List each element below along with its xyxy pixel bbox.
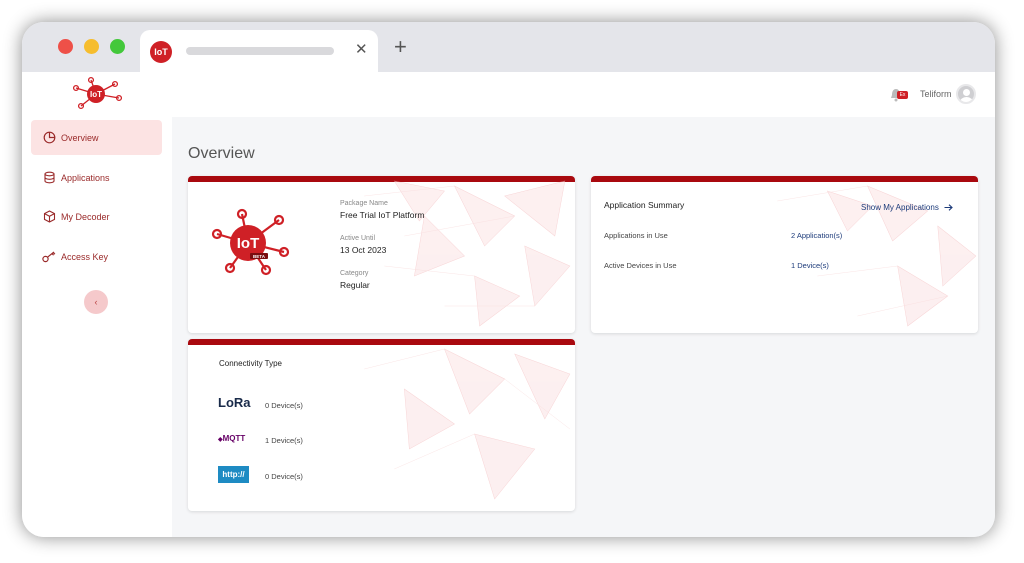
- cube-icon: [42, 210, 56, 224]
- package-name-label: Package Name: [340, 200, 388, 207]
- card-accent-bar: [188, 339, 575, 345]
- avatar-head-shape: [963, 89, 970, 96]
- connectivity-title: Connectivity Type: [219, 359, 282, 368]
- sidebar-item-applications[interactable]: Applications: [31, 160, 162, 195]
- network-background-graphic: [777, 185, 977, 327]
- maximize-window-button[interactable]: [110, 39, 125, 54]
- browser-chrome: IoT ✕ +: [22, 22, 995, 72]
- show-my-applications-link[interactable]: Show My Applications: [861, 203, 953, 212]
- user-name[interactable]: Teliform: [920, 89, 952, 99]
- lora-device-count: 0 Device(s): [265, 401, 303, 410]
- connectivity-card: Connectivity Type LoRa 0 Device(s) ◆MQTT…: [188, 339, 575, 511]
- close-window-button[interactable]: [58, 39, 73, 54]
- new-tab-button[interactable]: +: [394, 36, 407, 58]
- http-device-count: 0 Device(s): [265, 472, 303, 481]
- package-name-value: Free Trial IoT Platform: [340, 210, 425, 220]
- mqtt-logo: ◆MQTT: [218, 434, 245, 443]
- header-logo-text: IoT: [90, 90, 102, 99]
- applications-in-use-label: Applications in Use: [604, 231, 668, 240]
- notification-badge: Ex: [897, 91, 908, 99]
- pie-chart-icon: [42, 131, 56, 145]
- tab-favicon-icon: IoT: [150, 41, 172, 63]
- key-icon: [42, 250, 56, 264]
- package-logo-text: IoT: [237, 235, 260, 252]
- minimize-window-button[interactable]: [84, 39, 99, 54]
- sidebar-item-my-decoder[interactable]: My Decoder: [31, 199, 162, 234]
- active-until-label: Active Until: [340, 235, 376, 242]
- browser-tab[interactable]: IoT ✕: [140, 30, 378, 72]
- category-label: Category: [340, 270, 369, 277]
- sidebar-item-overview[interactable]: Overview: [31, 120, 162, 155]
- http-logo: http://: [218, 466, 249, 483]
- application-summary-card: Application Summary Show My Applications…: [591, 176, 978, 333]
- card-accent-bar: [188, 176, 575, 182]
- active-devices-value[interactable]: 1 Device(s): [791, 261, 829, 270]
- arrow-right-icon: [944, 204, 953, 212]
- package-card: IoT BETA Package Name Free Trial IoT Pla…: [188, 176, 575, 333]
- sidebar-item-label: Overview: [61, 132, 99, 143]
- sidebar-item-label: Access Key: [61, 251, 109, 262]
- category-value: Regular: [340, 280, 370, 290]
- iot-beta-logo-icon: IoT BETA: [211, 208, 290, 276]
- tab-title-placeholder: [186, 47, 334, 55]
- sidebar-item-label: Applications: [61, 172, 110, 183]
- active-devices-label: Active Devices in Use: [604, 261, 677, 270]
- mqtt-device-count: 1 Device(s): [265, 436, 303, 445]
- active-until-value: 13 Oct 2023: [340, 245, 387, 255]
- show-my-applications-label: Show My Applications: [861, 203, 939, 212]
- app-summary-title: Application Summary: [604, 200, 685, 210]
- card-accent-bar: [591, 176, 978, 182]
- tab-close-icon[interactable]: ✕: [355, 40, 368, 58]
- sidebar-collapse-button[interactable]: ‹: [84, 290, 108, 314]
- sidebar-item-access-key[interactable]: Access Key: [31, 239, 162, 274]
- iot-logo-icon[interactable]: IoT: [67, 76, 125, 112]
- main-content: Overview IoT BETA Package Name Free Tria…: [172, 117, 995, 537]
- network-background-graphic: [364, 348, 571, 500]
- lora-logo: LoRa: [218, 395, 251, 410]
- avatar[interactable]: [956, 84, 976, 104]
- page-title: Overview: [188, 145, 255, 162]
- avatar-body-shape: [960, 97, 973, 102]
- sidebar-item-label: My Decoder: [61, 211, 110, 222]
- notification-bell-icon[interactable]: Ex: [890, 88, 908, 102]
- mqtt-logo-text: MQTT: [222, 434, 246, 443]
- sidebar: Overview Applications My Decoder Access …: [22, 117, 172, 537]
- package-logo-badge: BETA: [253, 254, 266, 259]
- applications-in-use-value[interactable]: 2 Application(s): [791, 231, 842, 240]
- browser-window: IoT ✕ + IoT Ex Teliform Overview Applica…: [22, 22, 995, 537]
- app-header: IoT Ex Teliform: [22, 72, 995, 117]
- database-icon: [42, 171, 56, 185]
